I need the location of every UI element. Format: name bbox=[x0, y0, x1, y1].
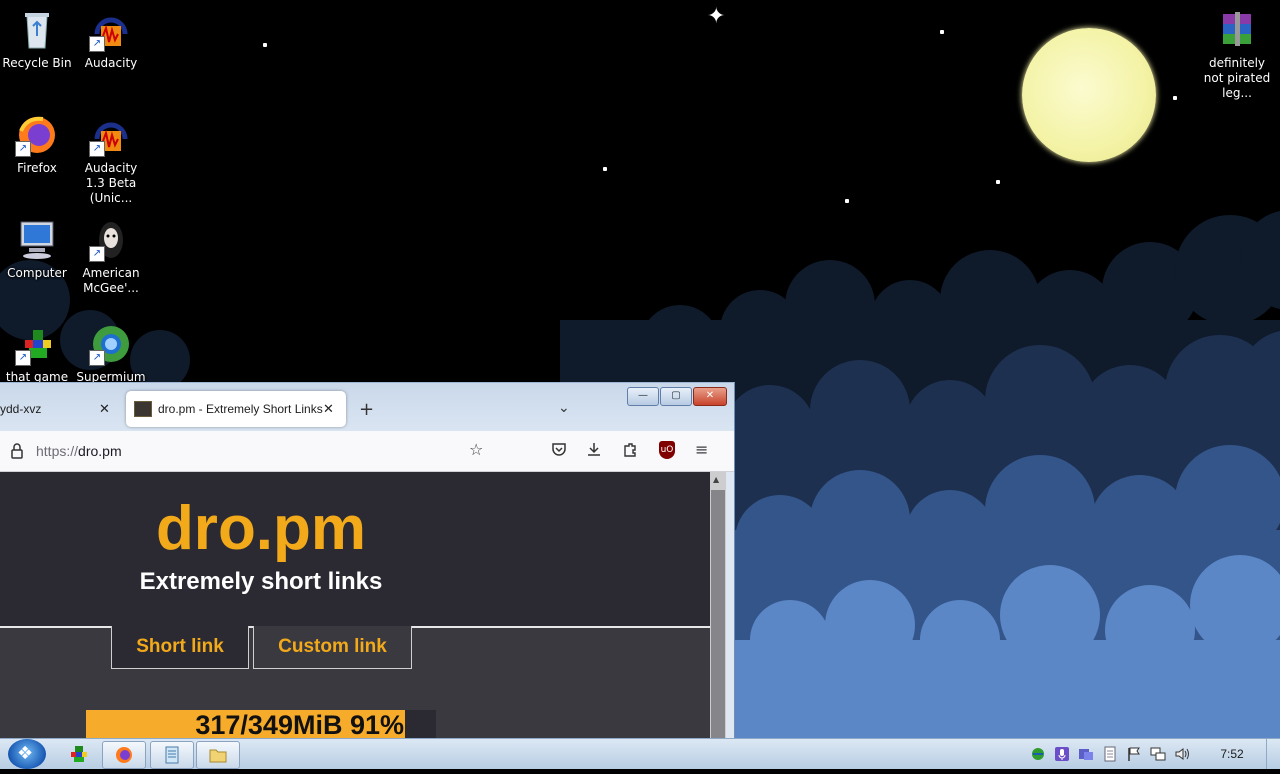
shortcut-arrow-icon: ↗ bbox=[89, 36, 105, 52]
computer-icon bbox=[15, 218, 59, 262]
site-logo[interactable]: dro.pm bbox=[0, 494, 522, 564]
desktop-icon-archive[interactable]: definitely not pirated leg... bbox=[1200, 8, 1274, 101]
tab-title: ydd-xvz bbox=[0, 402, 42, 416]
desktop-icon-that-game[interactable]: ↗ that game bbox=[0, 322, 74, 385]
scrollbar-thumb[interactable] bbox=[711, 490, 725, 739]
page-body: Short link Custom link 317/349MiB 91% bbox=[0, 626, 710, 739]
star bbox=[996, 180, 1000, 184]
desktop-icon-recycle-bin[interactable]: Recycle Bin bbox=[0, 8, 74, 71]
close-window-button[interactable]: ✕ bbox=[693, 387, 727, 406]
desktop-icon-firefox[interactable]: ↗ Firefox bbox=[0, 113, 74, 176]
site-header: dro.pm Extremely short links bbox=[0, 472, 710, 628]
notepad-icon bbox=[165, 746, 179, 764]
microphone-icon[interactable] bbox=[1054, 746, 1070, 765]
new-tab-button[interactable]: + bbox=[359, 399, 374, 420]
desktop-icon-american-mcgee[interactable]: ↗ American McGee'... bbox=[74, 218, 148, 296]
list-all-tabs-chevron-icon[interactable]: ⌄ bbox=[558, 400, 570, 416]
document-icon[interactable] bbox=[1102, 746, 1118, 765]
firefox-icon: ↗ bbox=[15, 113, 59, 157]
recycle-bin-icon bbox=[15, 8, 59, 52]
audacity-icon: ↗ bbox=[89, 8, 133, 52]
desktop-icon-computer[interactable]: Computer bbox=[0, 218, 74, 281]
url-host: dro.pm bbox=[78, 443, 122, 459]
desktop-icon-label: Audacity bbox=[84, 56, 138, 70]
tab-close-icon[interactable]: ✕ bbox=[99, 401, 110, 417]
shortcut-arrow-icon: ↗ bbox=[89, 246, 105, 262]
tab-title: dro.pm - Extremely Short Links bbox=[158, 402, 323, 416]
pocket-icon[interactable] bbox=[551, 441, 567, 461]
start-button[interactable]: ❖ bbox=[8, 739, 46, 769]
bookmark-star-icon[interactable]: ☆ bbox=[469, 441, 483, 459]
action-center-flag-icon[interactable] bbox=[1126, 746, 1142, 765]
taskbar-notepad[interactable] bbox=[150, 741, 194, 769]
firefox-icon bbox=[116, 747, 132, 763]
audacity-icon: ↗ bbox=[89, 113, 133, 157]
network-globe-icon[interactable] bbox=[1030, 746, 1046, 765]
address-bar[interactable]: https://dro.pm ☆ bbox=[0, 436, 498, 466]
window-controls: — ▢ ✕ bbox=[627, 387, 727, 406]
desktop-icon-label: Audacity 1.3 Beta (Unic... bbox=[84, 161, 138, 205]
star bbox=[845, 199, 849, 203]
tab-active[interactable]: dro.pm - Extremely Short Links ✕ bbox=[126, 391, 346, 427]
desktop-icon-audacity-beta[interactable]: ↗ Audacity 1.3 Beta (Unic... bbox=[74, 113, 148, 206]
moon bbox=[1022, 28, 1156, 162]
star bbox=[1173, 96, 1177, 100]
teams-icon[interactable] bbox=[1078, 746, 1094, 765]
desktop-icon-label: Firefox bbox=[17, 161, 57, 175]
shortcut-arrow-icon: ↗ bbox=[89, 141, 105, 157]
site-favicon-icon bbox=[134, 401, 152, 417]
page-content: dro.pm Extremely short links Short link … bbox=[0, 472, 710, 739]
winrar-archive-icon bbox=[1215, 8, 1259, 52]
taskbar-explorer[interactable] bbox=[196, 741, 240, 769]
taskbar-pinned-game[interactable] bbox=[58, 741, 100, 767]
tab-custom-link[interactable]: Custom link bbox=[253, 626, 412, 669]
ublock-origin-icon[interactable]: uO bbox=[659, 441, 675, 459]
lock-icon[interactable] bbox=[10, 443, 24, 463]
volume-icon[interactable] bbox=[1174, 746, 1190, 765]
desktop-icon-supermium[interactable]: ↗ Supermium bbox=[74, 322, 148, 385]
taskbar-firefox[interactable] bbox=[102, 741, 146, 769]
upload-progress-bar: 317/349MiB 91% bbox=[86, 710, 436, 739]
minimize-button[interactable]: — bbox=[627, 387, 659, 406]
star bbox=[940, 30, 944, 34]
desktop-icon-label: Computer bbox=[7, 266, 67, 280]
upload-progress-text: 317/349MiB 91% bbox=[195, 710, 404, 739]
game-icon: ↗ bbox=[15, 322, 59, 366]
hamburger-menu-icon[interactable]: ≡ bbox=[695, 441, 708, 459]
vertical-scrollbar[interactable]: ▲ bbox=[710, 472, 726, 739]
url-text: https://dro.pm bbox=[36, 443, 122, 459]
game-icon: ↗ bbox=[89, 218, 133, 262]
extensions-icon[interactable] bbox=[622, 441, 638, 461]
browser-window: ydd-xvz ✕ dro.pm - Extremely Short Links… bbox=[0, 382, 735, 739]
game-icon bbox=[71, 746, 87, 762]
tab-bar: ydd-xvz ✕ dro.pm - Extremely Short Links… bbox=[0, 383, 734, 431]
shortcut-arrow-icon: ↗ bbox=[89, 350, 105, 366]
desktop-icon-label: definitely not pirated leg... bbox=[1203, 56, 1271, 100]
taskbar-clock[interactable]: 7:52 bbox=[1212, 747, 1252, 761]
taskbar: ❖ 7:52 bbox=[0, 738, 1280, 769]
shortcut-arrow-icon: ↗ bbox=[15, 141, 31, 157]
scroll-up-arrow-icon[interactable]: ▲ bbox=[713, 475, 719, 484]
tab-close-icon[interactable]: ✕ bbox=[323, 401, 334, 417]
tab-short-link[interactable]: Short link bbox=[111, 626, 249, 669]
url-scheme: https:// bbox=[36, 443, 79, 459]
desktop-icon-audacity[interactable]: ↗ Audacity bbox=[74, 8, 148, 71]
show-desktop-button[interactable] bbox=[1266, 739, 1280, 769]
network-icon[interactable] bbox=[1150, 746, 1166, 765]
sparkle-star: ✦ bbox=[707, 4, 726, 29]
site-tagline: Extremely short links bbox=[139, 568, 383, 595]
tab-inactive[interactable]: ydd-xvz ✕ bbox=[0, 391, 120, 427]
desktop-icon-label: American McGee'... bbox=[82, 266, 140, 295]
star bbox=[603, 167, 607, 171]
browser-icon: ↗ bbox=[89, 322, 133, 366]
maximize-button[interactable]: ▢ bbox=[660, 387, 692, 406]
windows-logo-icon: ❖ bbox=[17, 743, 34, 764]
navigation-toolbar: https://dro.pm ☆ uO ≡ bbox=[0, 431, 734, 472]
desktop-icon-label: Recycle Bin bbox=[2, 56, 72, 70]
explorer-icon bbox=[209, 749, 227, 763]
downloads-icon[interactable] bbox=[586, 441, 602, 461]
star bbox=[263, 43, 267, 47]
shortcut-arrow-icon: ↗ bbox=[15, 350, 31, 366]
